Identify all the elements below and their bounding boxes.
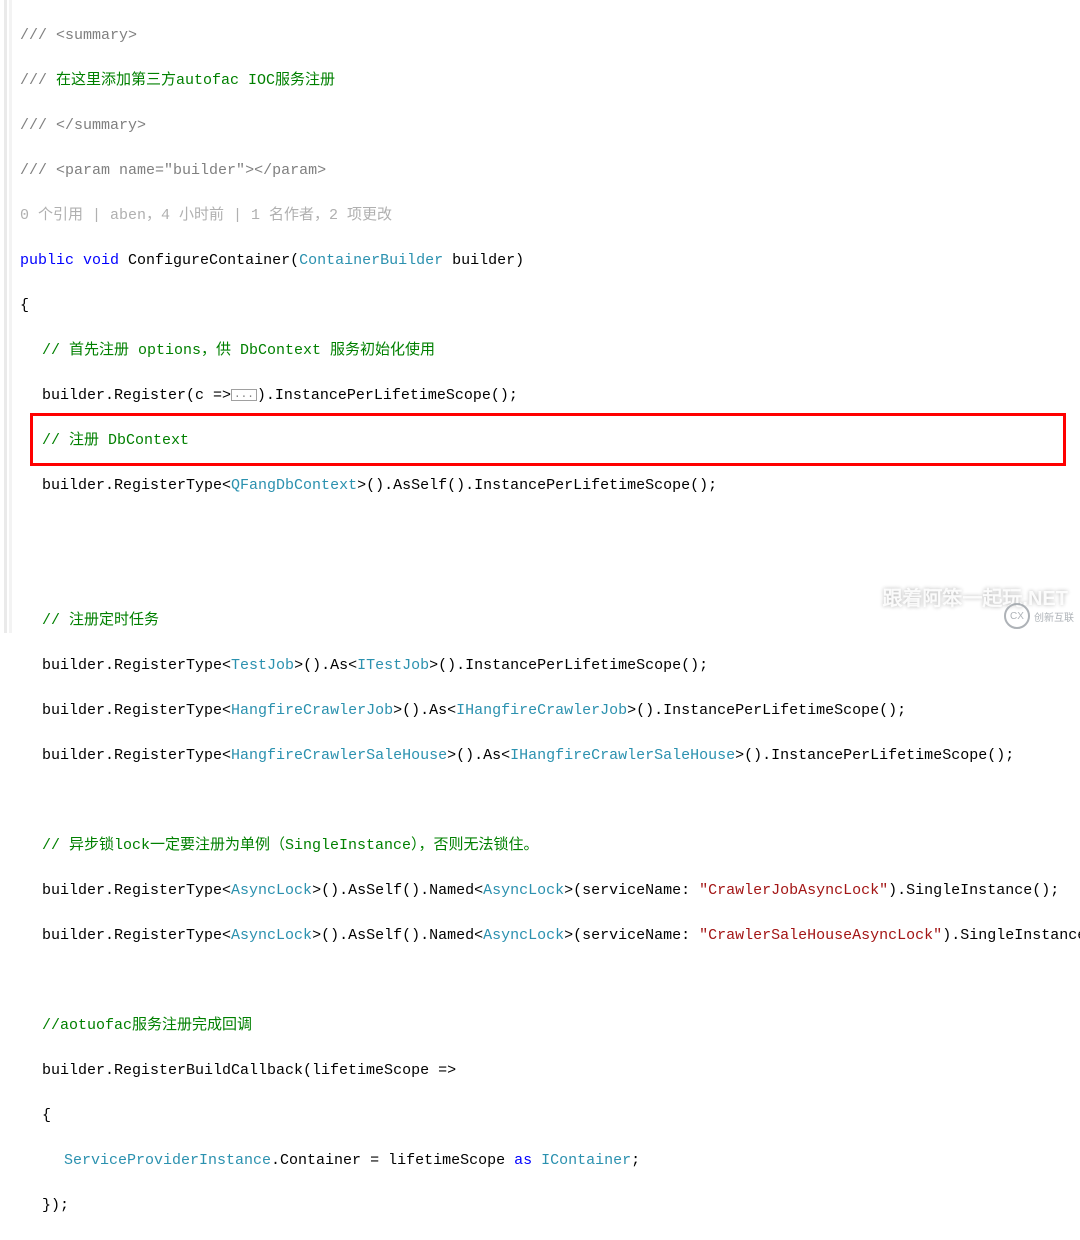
brand-text: 创新互联	[1034, 609, 1074, 624]
xmldoc-summary-open: /// <summary>	[20, 25, 1080, 48]
wechat-icon	[850, 585, 874, 609]
brace-open-inner: {	[20, 1105, 1080, 1128]
brace-close-inner: });	[20, 1195, 1080, 1218]
brand-icon: CX	[1004, 603, 1030, 629]
code-editor: /// <summary> /// 在这里添加第三方autofac IOC服务注…	[0, 0, 1080, 1240]
comment-jobs: // 注册定时任务	[20, 610, 1080, 633]
comment-dbcontext: // 注册 DbContext	[20, 430, 1080, 453]
register-dbcontext: builder.RegisterType<QFangDbContext>().A…	[20, 475, 1080, 498]
register-hangfirecrawlerjob: builder.RegisterType<HangfireCrawlerJob>…	[20, 700, 1080, 723]
register-hangfirecrawlersalehouse: builder.RegisterType<HangfireCrawlerSale…	[20, 745, 1080, 768]
brace-open: {	[20, 295, 1080, 318]
xmldoc-summary-body: /// 在这里添加第三方autofac IOC服务注册	[20, 70, 1080, 93]
register-buildcallback: builder.RegisterBuildCallback(lifetimeSc…	[20, 1060, 1080, 1083]
register-options: builder.Register(c =>...).InstancePerLif…	[20, 385, 1080, 408]
fold-icon[interactable]: ...	[231, 389, 257, 401]
codelens-info[interactable]: 0 个引用 | aben，4 小时前 | 1 名作者，2 项更改	[20, 205, 1080, 228]
xmldoc-param: /// <param name="builder"></param>	[20, 160, 1080, 183]
comment-asynclock: // 异步锁lock一定要注册为单例（SingleInstance），否则无法锁…	[20, 835, 1080, 858]
comment-callback: //aotuofac服务注册完成回调	[20, 1015, 1080, 1038]
xmldoc-summary-close: /// </summary>	[20, 115, 1080, 138]
register-asynclock-crawlersalehouse: builder.RegisterType<AsyncLock>().AsSelf…	[20, 925, 1080, 948]
register-testjob: builder.RegisterType<TestJob>().As<ITest…	[20, 655, 1080, 678]
brand-logo: CX 创新互联	[1004, 603, 1074, 629]
method-signature: public void ConfigureContainer(Container…	[20, 250, 1080, 273]
comment-options: // 首先注册 options，供 DbContext 服务初始化使用	[20, 340, 1080, 363]
register-asynclock-crawlerjob: builder.RegisterType<AsyncLock>().AsSelf…	[20, 880, 1080, 903]
callback-body: ServiceProviderInstance.Container = life…	[20, 1150, 1080, 1173]
